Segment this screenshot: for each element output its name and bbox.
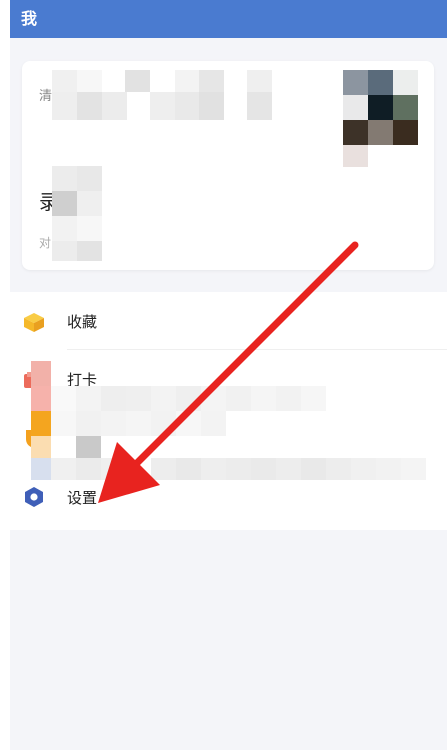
- left-edge-strip: [0, 0, 10, 750]
- menu-item-label: 收藏: [67, 313, 98, 331]
- profile-subtext: 对: [39, 236, 52, 250]
- page-title: 我: [21, 9, 38, 28]
- profile-card[interactable]: 清 录 对: [22, 61, 434, 270]
- gear-icon: [22, 486, 46, 508]
- menu-item-favorites[interactable]: 收藏: [10, 292, 447, 350]
- box-icon: [22, 311, 46, 333]
- profile-name-label: 清: [39, 89, 53, 104]
- top-bar: 我: [10, 0, 447, 38]
- menu-list: 收藏 打卡 设置: [10, 292, 447, 530]
- avatar[interactable]: [343, 70, 418, 167]
- menu-item-label: 设置: [67, 489, 98, 507]
